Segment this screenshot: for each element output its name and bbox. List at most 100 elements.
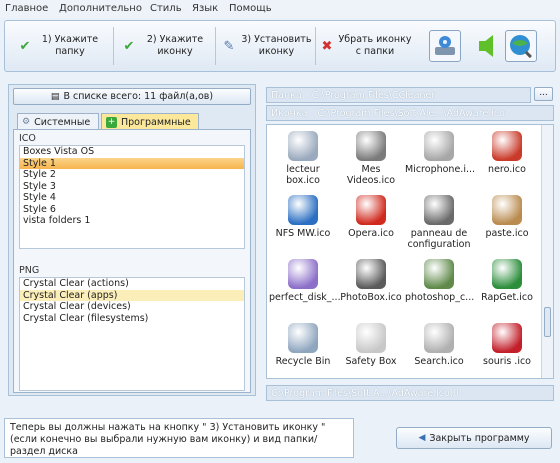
close-program-button[interactable]: ◀ Закрыть программу <box>396 427 552 449</box>
globe-search-icon[interactable] <box>505 30 537 62</box>
icon-cell[interactable]: RapGet.ico <box>473 259 541 303</box>
icon-label: RapGet.ico <box>481 292 533 303</box>
icon-label: paste.ico <box>485 228 529 239</box>
rapget-icon <box>492 259 522 289</box>
icon-path-value: C:\Program Files\Soft Ale...\AdAware.ico <box>317 107 505 119</box>
select-icon-button[interactable]: ✔ 2) Укажите иконку <box>121 21 215 71</box>
list-icon: ▤ <box>50 91 60 102</box>
shield-icon: + <box>106 116 117 128</box>
status-message: Теперь вы должны нажать на кнопку " 3) У… <box>4 418 354 458</box>
folder-path-value: C:\Program Files\CCleaner <box>311 89 436 101</box>
nfs-icon <box>288 195 318 225</box>
ico-list[interactable]: Boxes Vista OS Style 1 Style 2 Style 3 S… <box>19 145 245 249</box>
perfect-disk-icon <box>288 259 318 289</box>
safety-box-icon <box>356 323 386 353</box>
tab-programs[interactable]: + Программные <box>101 113 199 130</box>
menu-language[interactable]: Язык <box>192 3 218 14</box>
icon-path: Иконка C:\Program Files\Soft Ale...\AdAw… <box>266 105 554 121</box>
icon-cell[interactable]: photoshop_c... <box>405 259 475 303</box>
icon-cell[interactable]: Search.ico <box>405 323 473 367</box>
drive-icon[interactable] <box>429 30 461 62</box>
microphone-icon <box>424 131 454 161</box>
separator <box>315 27 316 65</box>
icon-cell[interactable]: panneau de configuration <box>405 195 473 250</box>
png-group-label: PNG <box>19 265 40 276</box>
photobox-icon <box>356 259 386 289</box>
icon-label: lecteur box.ico <box>286 164 320 186</box>
menu-main[interactable]: Главное <box>5 3 48 14</box>
tab-programs-label: Программные <box>121 116 191 128</box>
icon-label: PhotoBox.ico <box>340 292 402 303</box>
icon-label: Microphone.i... <box>405 164 476 175</box>
icon-resource-path: C:\Program Files\Soft A...\AdAware.ico,0 <box>266 385 554 401</box>
icon-cell[interactable]: nero.ico <box>473 131 541 175</box>
menu-help[interactable]: Помощь <box>229 3 272 14</box>
icon-cell[interactable]: Safety Box <box>337 323 405 367</box>
select-icon-label: 2) Укажите иконку <box>146 34 204 57</box>
icon-cell[interactable]: souris .ico <box>473 323 541 367</box>
nero-icon <box>492 131 522 161</box>
menu-bar: Главное Дополнительно Стиль Язык Помощь <box>0 0 560 18</box>
png-list[interactable]: Crystal Clear (actions) Crystal Clear (a… <box>19 277 245 391</box>
remove-icon-button[interactable]: ✖ Убрать иконку с папки <box>319 21 415 71</box>
icon-label: NFS MW.ico <box>275 228 331 239</box>
icon-cell[interactable]: lecteur box.ico <box>269 131 337 186</box>
list-item[interactable]: Style 4 <box>20 192 244 204</box>
browse-button[interactable]: ... <box>534 87 553 101</box>
icon-label: perfect_disk_... <box>269 292 341 303</box>
separator <box>113 27 114 65</box>
close-program-label: Закрыть программу <box>429 432 530 444</box>
icon-cell[interactable]: PhotoBox.ico <box>337 259 405 303</box>
icon-cell[interactable]: paste.ico <box>473 195 541 239</box>
remove-icon-label: Убрать иконку с папки <box>338 34 412 57</box>
tab-system[interactable]: ⚙ Системные <box>17 113 99 130</box>
tab-system-label: Системные <box>34 116 91 128</box>
search-icon <box>424 323 454 353</box>
icon-label: nero.ico <box>488 164 526 175</box>
gear-icon: ⚙ <box>22 117 31 127</box>
mouse-icon <box>492 323 522 353</box>
icon-label: photoshop_c... <box>405 292 475 303</box>
toolbar: ✔ 1) Укажите папку ✔ 2) Укажите иконку ✎… <box>4 20 556 72</box>
file-count-button[interactable]: ▤ В списке всего: 11 файл(а,ов) <box>13 88 251 105</box>
select-folder-button[interactable]: ✔ 1) Укажите папку <box>17 21 109 71</box>
list-item-selected[interactable]: Style 1 <box>20 157 244 169</box>
list-item[interactable]: Crystal Clear (actions) <box>20 278 244 290</box>
list-item[interactable]: Boxes Vista OS <box>20 146 244 158</box>
icon-cell[interactable]: Opera.ico <box>337 195 405 239</box>
checkmark-icon: ✔ <box>19 38 31 54</box>
icon-label: Mes Videos.ico <box>346 164 396 186</box>
list-item[interactable]: Crystal Clear (filesystems) <box>20 313 244 325</box>
back-arrow-icon: ◀ <box>418 433 426 443</box>
list-item[interactable]: Style 3 <box>20 181 244 193</box>
icon-resource-path-value: C:\Program Files\Soft A...\AdAware.ico,0 <box>271 387 459 399</box>
left-panel: ▤ В списке всего: 11 файл(а,ов) ⚙ Систем… <box>8 84 256 396</box>
list-item[interactable]: vista folders 1 <box>20 215 244 227</box>
icon-label: Recycle Bin <box>275 356 331 367</box>
apply-icon-button[interactable]: ✎ 3) Установить иконку <box>221 21 313 71</box>
list-item[interactable]: Crystal Clear (devices) <box>20 301 244 313</box>
icon-cell[interactable]: Recycle Bin <box>269 323 337 367</box>
tab-content: ICO Boxes Vista OS Style 1 Style 2 Style… <box>13 129 251 393</box>
icon-cell[interactable]: Mes Videos.ico <box>337 131 405 186</box>
icon-grid: lecteur box.ico Mes Videos.ico Microphone.… <box>266 124 554 379</box>
scroll-thumb[interactable] <box>544 307 551 337</box>
menu-additional[interactable]: Дополнительно <box>59 3 142 14</box>
icon-cell[interactable]: Microphone.i... <box>405 131 476 175</box>
recycle-bin-icon <box>288 323 318 353</box>
separator <box>215 27 216 65</box>
menu-style[interactable]: Стиль <box>150 3 182 14</box>
folder-path: Папка C:\Program Files\CCleaner <box>266 87 531 103</box>
apply-icon-label: 3) Установить иконку <box>241 34 312 57</box>
checkmark-icon: ✔ <box>123 38 135 54</box>
list-item-selected[interactable]: Crystal Clear (apps) <box>20 289 244 301</box>
icon-cell[interactable]: perfect_disk_... <box>269 259 341 303</box>
ico-group-label: ICO <box>19 133 36 144</box>
list-item[interactable]: Style 2 <box>20 169 244 181</box>
icon-cell[interactable]: NFS MW.ico <box>269 195 337 239</box>
vertical-scrollbar[interactable] <box>541 125 553 378</box>
icon-label: Opera.ico <box>348 228 394 239</box>
list-item[interactable]: Style 6 <box>20 204 244 216</box>
control-panel-icon <box>424 195 454 225</box>
arrow-left-icon <box>479 35 493 57</box>
